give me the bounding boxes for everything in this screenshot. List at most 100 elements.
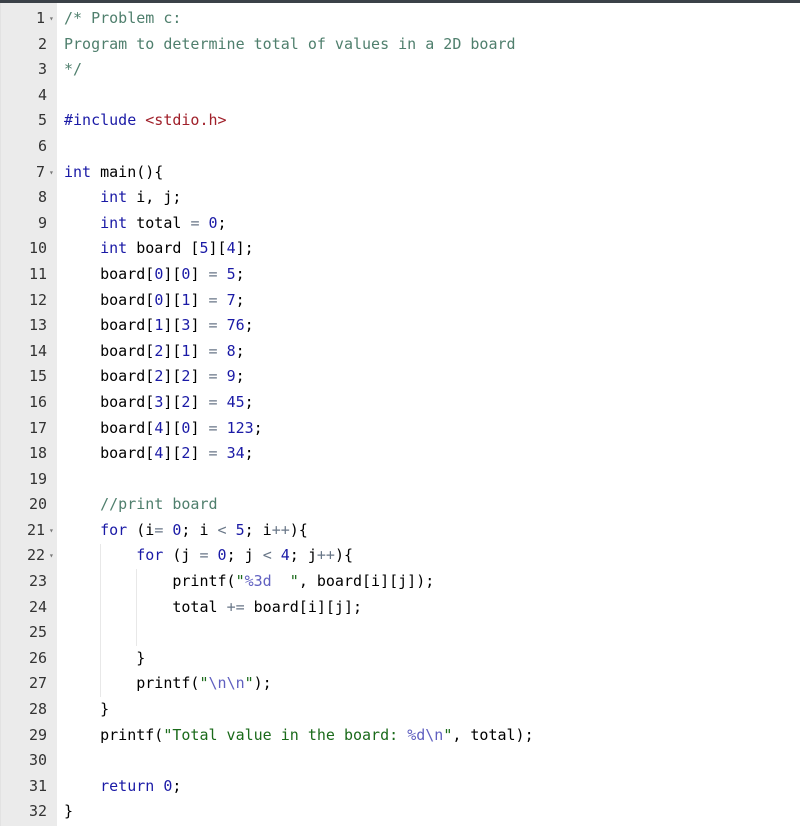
fold-arrow-icon[interactable]: ▾ (49, 518, 57, 544)
code-line[interactable]: } (57, 799, 800, 825)
line-number: 32 (1, 799, 57, 825)
line-number: 28 (1, 697, 57, 723)
line-number: 11 (1, 262, 57, 288)
line-number: 31 (1, 774, 57, 800)
code-line[interactable]: int board [5][4]; (57, 236, 800, 262)
line-number-text: 14 (28, 341, 47, 360)
line-number: 1 ▾ (1, 6, 57, 32)
line-number-text: 30 (28, 751, 47, 770)
code-line[interactable] (57, 134, 800, 160)
fold-arrow-icon[interactable]: ▾ (49, 543, 57, 569)
code-line[interactable] (57, 83, 800, 109)
line-number: 17 (1, 416, 57, 442)
line-number: 7 ▾ (1, 160, 57, 186)
line-number-text: 12 (28, 290, 47, 309)
line-number-text: 8 (37, 188, 47, 207)
code-line[interactable]: board[3][2] = 45; (57, 390, 800, 416)
code-line[interactable] (57, 620, 800, 646)
line-number: 18 (1, 441, 57, 467)
line-number-text: 22 (26, 546, 45, 565)
code-line[interactable]: board[4][2] = 34; (57, 441, 800, 467)
line-number: 22 ▾ (1, 543, 57, 569)
line-number-text: 24 (28, 597, 47, 616)
line-number-text: 1 (35, 9, 45, 27)
code-line[interactable]: Program to determine total of values in … (57, 32, 800, 58)
code-line[interactable]: for (j = 0; j < 4; j++){ (57, 543, 800, 569)
line-number-text: 31 (28, 776, 47, 795)
line-number: 6 (1, 134, 57, 160)
line-number: 27 (1, 671, 57, 697)
line-number-gutter: 1 ▾ 2 3 4 5 6 7 ▾ 8 9 10 11 12 13 14 15 16 17 18 19 20 21 ▾ 22 ▾ 2… (0, 3, 57, 826)
line-number-text: 21 (26, 520, 45, 539)
code-line[interactable]: board[1][3] = 76; (57, 313, 800, 339)
code-line[interactable]: int i, j; (57, 185, 800, 211)
line-number-text: 13 (28, 316, 47, 335)
indent-guide (100, 543, 102, 698)
code-line[interactable]: board[2][2] = 9; (57, 364, 800, 390)
code-line[interactable]: #include <stdio.h> (57, 108, 800, 134)
line-number-text: 6 (37, 136, 47, 155)
line-number-text: 25 (28, 623, 47, 642)
line-number: 23 (1, 569, 57, 595)
code-line[interactable]: board[0][1] = 7; (57, 288, 800, 314)
code-line[interactable]: } (57, 697, 800, 723)
line-number: 4 (1, 83, 57, 109)
fold-arrow-icon[interactable]: ▾ (49, 160, 57, 186)
line-number: 16 (1, 390, 57, 416)
indent-guide (136, 569, 138, 646)
line-number: 30 (1, 748, 57, 774)
code-line[interactable]: /* Problem c: (57, 6, 800, 32)
line-number-text: 19 (28, 469, 47, 488)
line-number-text: 28 (28, 700, 47, 719)
line-number-text: 9 (37, 213, 47, 232)
code-line[interactable]: board[2][1] = 8; (57, 339, 800, 365)
line-number: 12 (1, 288, 57, 314)
code-line[interactable] (57, 467, 800, 493)
code-area[interactable]: /* Problem c: Program to determine total … (57, 3, 800, 826)
code-line[interactable]: */ (57, 57, 800, 83)
code-line[interactable]: int main(){ (57, 160, 800, 186)
line-number-text: 11 (28, 264, 47, 283)
line-number: 29 (1, 723, 57, 749)
line-number-text: 23 (28, 572, 47, 591)
line-number: 20 (1, 492, 57, 518)
line-number-text: 27 (28, 674, 47, 693)
line-number-text: 2 (37, 34, 47, 53)
code-line[interactable]: printf("\n\n"); (57, 671, 800, 697)
code-line[interactable]: for (i= 0; i < 5; i++){ (57, 518, 800, 544)
line-number: 5 (1, 108, 57, 134)
line-number-text: 4 (37, 85, 47, 104)
fold-arrow-icon[interactable]: ▾ (49, 6, 57, 32)
code-line[interactable]: board[4][0] = 123; (57, 416, 800, 442)
code-line[interactable]: board[0][0] = 5; (57, 262, 800, 288)
line-number: 3 (1, 57, 57, 83)
code-line[interactable]: return 0; (57, 774, 800, 800)
line-number-text: 18 (28, 444, 47, 463)
code-line[interactable]: printf("%3d ", board[i][j]); (57, 569, 800, 595)
line-number-text: 10 (28, 239, 47, 258)
line-number-text: 5 (37, 111, 47, 130)
line-number-text: 29 (28, 725, 47, 744)
code-editor[interactable]: 1 ▾ 2 3 4 5 6 7 ▾ 8 9 10 11 12 13 14 15 16 17 18 19 20 21 ▾ 22 ▾ 2… (0, 3, 800, 826)
line-number: 13 (1, 313, 57, 339)
line-number-text: 16 (28, 392, 47, 411)
line-number-text: 15 (28, 367, 47, 386)
line-number-text: 7 (35, 162, 45, 181)
line-number-text: 32 (28, 802, 47, 821)
code-line[interactable]: } (57, 646, 800, 672)
line-number: 24 (1, 595, 57, 621)
line-number: 19 (1, 467, 57, 493)
line-number: 9 (1, 211, 57, 237)
code-line[interactable]: int total = 0; (57, 211, 800, 237)
code-line[interactable]: total += board[i][j]; (57, 595, 800, 621)
line-number: 25 (1, 620, 57, 646)
line-number-text: 17 (28, 418, 47, 437)
line-number: 2 (1, 32, 57, 58)
line-number: 15 (1, 364, 57, 390)
code-line[interactable] (57, 748, 800, 774)
line-number-text: 20 (28, 495, 47, 514)
code-line[interactable]: printf("Total value in the board: %d\n",… (57, 723, 800, 749)
code-line[interactable]: //print board (57, 492, 800, 518)
line-number: 21 ▾ (1, 518, 57, 544)
line-number-text: 26 (28, 648, 47, 667)
